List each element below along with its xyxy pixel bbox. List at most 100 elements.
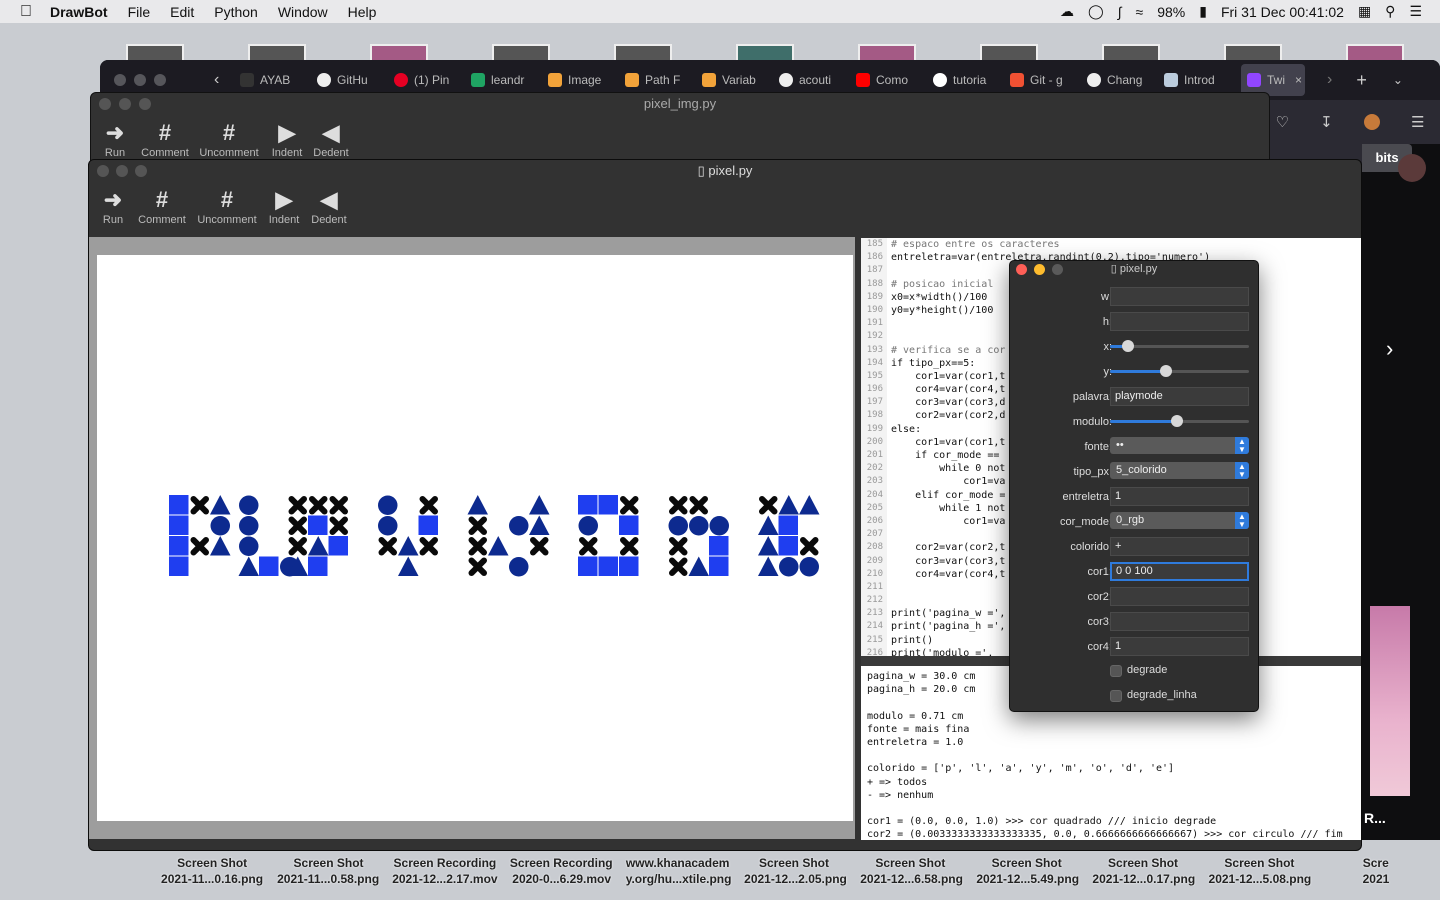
tabs-scroll-left-icon[interactable]: ‹ [214, 71, 236, 89]
browser-tab[interactable]: Path F [625, 73, 702, 87]
x-slider[interactable] [1110, 340, 1249, 352]
slider-knob[interactable] [1159, 365, 1172, 377]
cor3-field[interactable] [1110, 612, 1249, 631]
bluetooth-icon[interactable]: ∫ [1118, 4, 1122, 20]
desktop-file-label[interactable]: Screen Shot [1091, 856, 1195, 870]
degrade-linha-checkbox[interactable] [1110, 690, 1122, 702]
desktop-file-label[interactable]: Scre [1324, 856, 1428, 870]
battery-icon[interactable]: ▮ [1199, 3, 1207, 20]
browser-tab[interactable]: Como [856, 73, 933, 87]
desktop-file-label[interactable]: 2020-0...6.29.mov [510, 872, 614, 886]
menu-file[interactable]: File [128, 4, 151, 20]
browser-tab[interactable]: (1) Pin [394, 73, 471, 87]
browser-tab[interactable]: AYAB [240, 73, 317, 87]
wifi-icon[interactable]: ≈ [1136, 4, 1144, 20]
h-field[interactable] [1110, 312, 1249, 331]
cor2-field[interactable] [1110, 587, 1249, 606]
colorido-field[interactable]: + [1110, 537, 1249, 556]
desktop-file-label[interactable]: Screen Shot [1207, 856, 1311, 870]
menu-icon[interactable]: ☰ [1411, 113, 1424, 131]
menu-help[interactable]: Help [348, 4, 377, 20]
pixel-triangle [238, 556, 259, 576]
desktop-file-label[interactable]: 2021-12...5.08.png [1208, 872, 1312, 886]
browser-tab[interactable]: Chang [1087, 73, 1164, 87]
desktop-file-label[interactable]: 2021-12...2.05.png [743, 872, 847, 886]
desktop-file-label[interactable]: 2021-11...0.58.png [276, 872, 380, 886]
desktop-file-label[interactable]: 2021-12...6.58.png [860, 872, 964, 886]
calendar-icon[interactable]: ▦ [1358, 3, 1371, 20]
zoom-window-button[interactable] [154, 74, 166, 86]
uncomment-button[interactable]: # Uncomment [195, 186, 259, 226]
comment-icon: # [158, 120, 172, 145]
extension-icon[interactable] [1363, 114, 1380, 130]
slider-knob[interactable] [1122, 340, 1135, 352]
desktop-file-label[interactable]: www.khanacadem [625, 856, 730, 870]
browser-tab[interactable]: Variab [702, 73, 779, 87]
degrade-checkbox[interactable] [1110, 665, 1122, 677]
degrade-row: degrade [1010, 661, 1260, 686]
desktop-file-label[interactable]: Screen Shot [276, 856, 380, 870]
pixel-square [169, 536, 189, 556]
tabs-scroll-right-icon[interactable]: › [1327, 71, 1332, 89]
menu-python[interactable]: Python [214, 4, 258, 20]
battery-percent[interactable]: 98% [1157, 4, 1185, 20]
w-row: w: [1010, 286, 1260, 311]
entreletra-field[interactable]: 1 [1110, 487, 1249, 506]
control-center-icon[interactable]: ☰ [1409, 3, 1422, 20]
palavra-field[interactable]: playmode [1110, 387, 1249, 406]
menu-window[interactable]: Window [278, 4, 328, 20]
cor4-field[interactable]: 1 [1110, 637, 1249, 656]
chevron-right-icon[interactable]: › [1386, 336, 1393, 362]
desktop-file-label[interactable]: 2021-12...2.17.mov [392, 872, 497, 886]
comment-button[interactable]: # Comment [133, 119, 197, 159]
minimize-window-button[interactable] [134, 74, 146, 86]
menu-app-name[interactable]: DrawBot [50, 4, 108, 20]
desktop-file-label[interactable]: y.org/hu...xtile.png [626, 872, 732, 886]
w-field[interactable] [1110, 287, 1249, 306]
creative-cloud-icon[interactable]: ☁ [1060, 3, 1074, 20]
dedent-button[interactable]: ◀ Dedent [297, 186, 361, 226]
pocket-icon[interactable]: ♡ [1276, 113, 1289, 131]
console-line: cor1 = (0.0, 0.0, 1.0) >>> cor quadrado … [867, 816, 1217, 828]
dedent-button[interactable]: ◀ Dedent [299, 119, 363, 159]
desktop-file-label[interactable]: Screen Shot [160, 856, 264, 870]
search-icon[interactable]: ⚲ [1385, 3, 1395, 20]
browser-tab[interactable]: acouti [779, 73, 856, 87]
browser-tab[interactable]: Image [548, 73, 625, 87]
tipo-px-select[interactable]: 5_colorido ▲ ▼ [1110, 462, 1249, 479]
browser-tab[interactable]: Git - g [1010, 73, 1087, 87]
cor1-field[interactable]: 0 0 100 [1110, 562, 1249, 581]
new-tab-icon[interactable]: + [1356, 70, 1367, 91]
cor-mode-select[interactable]: 0_rgb ▲ ▼ [1110, 512, 1249, 529]
list-tabs-icon[interactable]: ⌄ [1393, 73, 1403, 87]
menu-edit[interactable]: Edit [170, 4, 194, 20]
browser-tab[interactable]: Introd [1164, 73, 1241, 87]
uncomment-button[interactable]: # Uncomment [197, 119, 261, 159]
code-line[interactable]: 185 # espaco entre os caracteres [861, 238, 1361, 252]
y-slider[interactable] [1110, 365, 1249, 377]
comment-button[interactable]: # Comment [130, 186, 194, 226]
fonte-select[interactable]: •• ▲ ▼ [1110, 437, 1249, 454]
browser-tab[interactable]: GitHu [317, 73, 394, 87]
circle-icon[interactable]: ◯ [1088, 3, 1104, 20]
clock[interactable]: Fri 31 Dec 00:41:02 [1221, 4, 1344, 20]
desktop-file-label[interactable]: 2021-12...0.17.png [1092, 872, 1196, 886]
desktop-file-label[interactable]: Screen Shot [858, 856, 962, 870]
desktop-file-label[interactable]: Screen Recording [509, 856, 613, 870]
modulo-slider[interactable] [1110, 415, 1249, 427]
apple-icon[interactable]:  [20, 3, 32, 21]
canvas-view[interactable] [89, 237, 855, 839]
browser-tab[interactable]: tutoria [933, 73, 1010, 87]
desktop-file-label[interactable]: Screen Recording [393, 856, 497, 870]
browser-tab[interactable]: leandr [471, 73, 548, 87]
desktop-file-label[interactable]: 2021 [1324, 872, 1428, 886]
close-tab-icon[interactable]: × [1295, 73, 1302, 87]
downloads-icon[interactable]: ↧ [1320, 113, 1333, 131]
slider-knob[interactable] [1170, 415, 1183, 427]
desktop-file-label[interactable]: Screen Shot [742, 856, 846, 870]
desktop-file-label[interactable]: 2021-12...5.49.png [976, 872, 1080, 886]
desktop-file-label[interactable]: 2021-11...0.16.png [160, 872, 264, 886]
desktop-file-label[interactable]: Screen Shot [975, 856, 1079, 870]
avatar[interactable] [1398, 154, 1426, 182]
close-window-button[interactable] [114, 74, 126, 86]
